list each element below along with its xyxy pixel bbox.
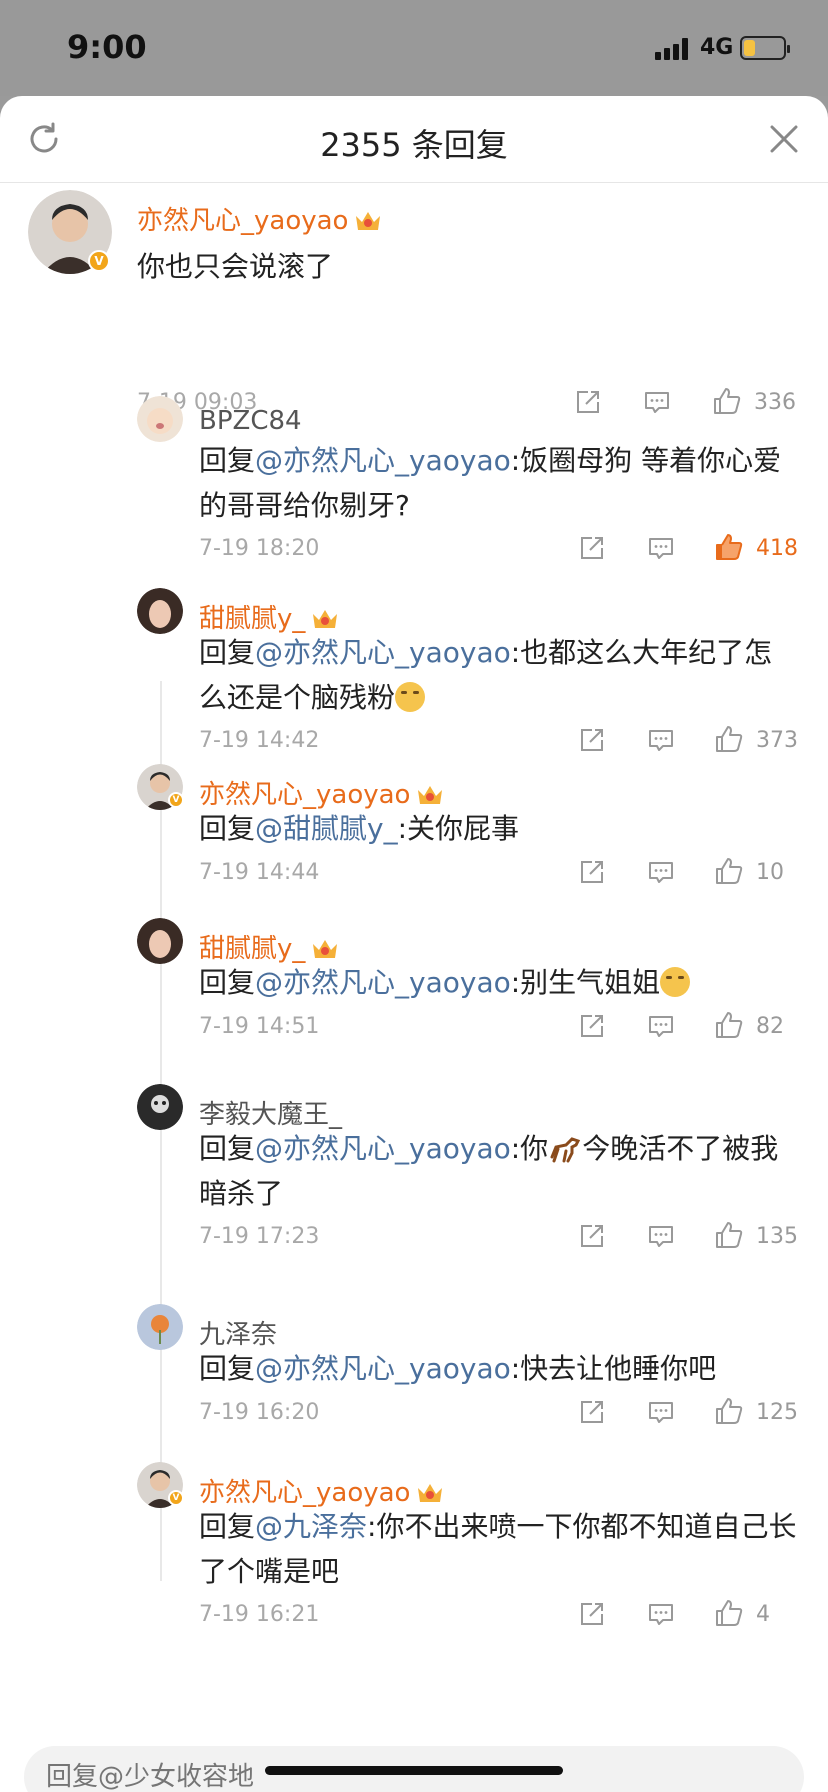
- comment-icon[interactable]: [647, 1600, 675, 1628]
- avatar[interactable]: [137, 1084, 183, 1130]
- share-icon[interactable]: [578, 1600, 606, 1628]
- like-count: 125: [756, 1400, 798, 1425]
- status-time: 9:00: [67, 28, 147, 66]
- comment-icon[interactable]: [647, 1398, 675, 1426]
- like-icon[interactable]: [712, 386, 742, 416]
- reply-text: 回复@亦然凡心_yaoyao:快去让他睡你吧: [199, 1352, 717, 1385]
- comment-icon[interactable]: [647, 726, 675, 754]
- comment-icon[interactable]: [647, 534, 675, 562]
- close-icon[interactable]: [766, 121, 802, 157]
- mention-link[interactable]: @亦然凡心_yaoyao: [255, 1132, 511, 1165]
- reply-text: 回复@九泽奈:你不出来喷一下你都不知道自己长了个嘴是吧: [199, 1510, 797, 1588]
- comment-icon[interactable]: [643, 388, 671, 416]
- horse-emoji-icon: [550, 1137, 581, 1163]
- home-indicator[interactable]: [265, 1766, 563, 1775]
- crown-icon: [313, 940, 338, 958]
- like-count: 10: [756, 860, 784, 885]
- like-count: 373: [756, 728, 798, 753]
- reply-text: 回复@亦然凡心_yaoyao:别生气姐姐: [199, 960, 799, 1005]
- verified-icon: V: [88, 250, 110, 272]
- reply-time: 7-19 17:23: [199, 1224, 320, 1249]
- reply-prefix: 回复: [199, 1352, 256, 1385]
- reply-time: 7-19 14:51: [199, 1014, 320, 1039]
- comment-icon[interactable]: [647, 858, 675, 886]
- like-icon[interactable]: [714, 1010, 744, 1040]
- verified-icon: V: [168, 1490, 184, 1506]
- comment-text: 你也只会说滚了: [137, 250, 334, 283]
- reply-time: 7-19 16:20: [199, 1400, 320, 1425]
- share-icon[interactable]: [578, 1398, 606, 1426]
- replies-sheet: 2355 条回复 V 亦然凡心_yaoyao 你也只会说滚了 7-19 09:0…: [0, 96, 828, 1792]
- share-icon[interactable]: [578, 1222, 606, 1250]
- signal-icon: [655, 38, 691, 60]
- comment-icon[interactable]: [647, 1012, 675, 1040]
- crown-icon: [356, 212, 381, 230]
- reply-text: 回复@亦然凡心_yaoyao:也都这么大年纪了怎么还是个脑残粉: [199, 636, 773, 714]
- share-icon[interactable]: [574, 388, 602, 416]
- avatar[interactable]: [137, 1304, 183, 1350]
- sheet-header: 2355 条回复: [0, 96, 828, 183]
- like-count: 418: [756, 536, 798, 561]
- reply-text: 回复@亦然凡心_yaoyao:你 今晚活不了被我暗杀了: [199, 1132, 779, 1210]
- reply-prefix: 回复: [199, 812, 256, 845]
- network-type: 4G: [700, 35, 734, 60]
- status-bar: 9:00 4G: [0, 0, 828, 96]
- mention-link[interactable]: @亦然凡心_yaoyao: [255, 636, 511, 669]
- reply-prefix: 回复: [199, 966, 256, 999]
- reply-prefix: 回复: [199, 636, 256, 669]
- like-icon[interactable]: [714, 1396, 744, 1426]
- reply-time: 7-19 14:42: [199, 728, 320, 753]
- page-title: 2355 条回复: [320, 126, 508, 164]
- share-icon[interactable]: [578, 1012, 606, 1040]
- reply-prefix: 回复: [199, 444, 256, 477]
- reply-time: 7-19 14:44: [199, 860, 320, 885]
- battery-icon: [740, 36, 790, 60]
- like-count: 135: [756, 1224, 798, 1249]
- reply-prefix: 回复: [199, 1132, 256, 1165]
- reply-prefix: 回复: [199, 1510, 256, 1543]
- comment-icon[interactable]: [647, 1222, 675, 1250]
- crying-emoji-icon: [660, 967, 691, 997]
- mention-link[interactable]: @亦然凡心_yaoyao: [255, 1352, 511, 1385]
- like-count: 336: [754, 390, 796, 415]
- avatar[interactable]: [137, 588, 183, 634]
- mention-link[interactable]: @九泽奈: [255, 1510, 367, 1543]
- like-count: 4: [756, 1602, 770, 1627]
- username[interactable]: 亦然凡心_yaoyao: [137, 200, 382, 237]
- mention-link[interactable]: @甜腻腻y_: [255, 812, 398, 845]
- like-icon[interactable]: [714, 1598, 744, 1628]
- verified-icon: V: [168, 792, 184, 808]
- username[interactable]: BPZC84: [199, 406, 302, 436]
- reply-text: 回复@亦然凡心_yaoyao:饭圈母狗 等着你心爱的哥哥给你剔牙?: [199, 444, 782, 522]
- thread-line: [160, 681, 162, 1581]
- reply-time: 7-19 18:20: [199, 536, 320, 561]
- reply-time: 7-19 16:21: [199, 1602, 320, 1627]
- crown-icon: [418, 1484, 443, 1502]
- share-icon[interactable]: [578, 534, 606, 562]
- crying-emoji-icon: [395, 682, 426, 712]
- avatar[interactable]: [137, 396, 183, 442]
- avatar[interactable]: [137, 918, 183, 964]
- reply-text: 回复@甜腻腻y_:关你屁事: [199, 812, 520, 845]
- like-icon[interactable]: [714, 1220, 744, 1250]
- like-count: 82: [756, 1014, 784, 1039]
- crown-icon: [313, 610, 338, 628]
- share-icon[interactable]: [578, 726, 606, 754]
- like-icon[interactable]: [714, 724, 744, 754]
- like-icon[interactable]: [714, 532, 744, 562]
- mention-link[interactable]: @亦然凡心_yaoyao: [255, 444, 511, 477]
- like-icon[interactable]: [714, 856, 744, 886]
- mention-link[interactable]: @亦然凡心_yaoyao: [255, 966, 511, 999]
- share-icon[interactable]: [578, 858, 606, 886]
- crown-icon: [418, 786, 443, 804]
